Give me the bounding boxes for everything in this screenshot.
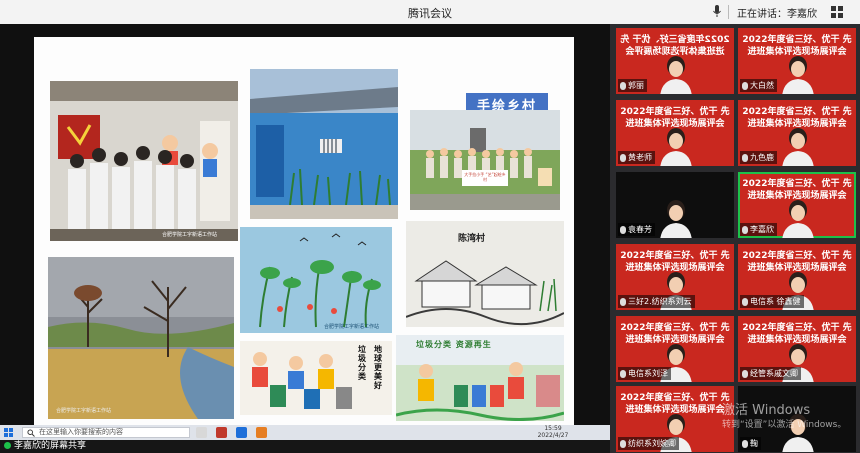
title-separator — [728, 5, 729, 19]
screen-share-label: 李嘉欣的屏幕共享 — [14, 441, 87, 451]
photo-group-outdoors: 大手拉小手 “艺”起绘乡村 — [410, 110, 560, 210]
participant-name: 袁春芳 — [628, 225, 652, 234]
microphone-muted-icon — [620, 225, 626, 234]
participant-name: 大白然 — [750, 81, 774, 90]
participant-video-icon — [660, 56, 692, 94]
participant-tile[interactable]: 2022年度省三好、优干 先进班集体评选现场展评会 九色鹿 — [738, 100, 856, 166]
microphone-muted-icon — [742, 153, 748, 162]
grid-view-icon[interactable] — [830, 5, 844, 19]
windows-activation-watermark: 激活 Windows 转到“设置”以激活 Windows。 — [722, 404, 846, 432]
participant-video-icon — [660, 128, 692, 166]
photo-painted-wall — [250, 69, 398, 219]
microphone-muted-icon — [620, 439, 626, 448]
participant-name: 郭丽 — [628, 81, 644, 90]
participant-nameplate: 袁春芳 — [618, 223, 655, 236]
photo-volunteers-mural: 合肥学院工字新语工作站 — [50, 81, 238, 241]
participant-nameplate: 纺织系刘婉卿 — [618, 437, 679, 450]
participant-nameplate: 电信系 徐鑫健 — [740, 295, 804, 308]
files-app-icon[interactable] — [256, 427, 267, 438]
participant-video-icon — [782, 128, 814, 166]
participant-tile[interactable]: 2022年度省三好、优干 先进班集体评选现场展评会 电信系刘泽 — [616, 316, 734, 382]
task-view-icon[interactable] — [196, 427, 207, 438]
photo7-right-text: 地球更美好 — [374, 345, 382, 390]
microphone-muted-icon — [620, 81, 626, 90]
wps-icon[interactable] — [216, 427, 227, 438]
microphone-muted-icon — [620, 297, 626, 306]
photo-plants-mural: 合肥学院工字新语工作站 — [240, 227, 392, 333]
participant-tile[interactable]: 2022年度省三好、优干 先进班集体评选现场展评会 纺织系刘婉卿 — [616, 386, 734, 452]
tencent-meeting-icon[interactable] — [236, 427, 247, 438]
photo2-banner: 大手拉小手 “艺”起绘乡村 — [464, 172, 506, 182]
participant-tile[interactable]: 2022年度省三好、优干 先进班集体评选现场展评会 电信系 徐鑫健 — [738, 244, 856, 310]
participant-nameplate: 经管系戚文卿 — [740, 367, 801, 380]
participant-name: 三好2.纺织系刘云 — [628, 297, 692, 306]
photo7-left-text: 垃圾分类 — [358, 345, 366, 381]
participant-tile[interactable]: 2022年度省三好、优干 先进班集体评选现场展评会 大白然 — [738, 28, 856, 94]
participant-name: 电信系刘泽 — [628, 369, 668, 378]
taskbar-date: 2022/4/27 — [537, 432, 569, 439]
photo1-caption: 合肥学院工字新语工作站 — [162, 232, 218, 238]
photo-landscape-painting: 合肥学院工字新语工作站 — [48, 257, 234, 419]
window-title: 腾讯会议 — [408, 7, 452, 20]
participant-name: 经管系戚文卿 — [750, 369, 798, 378]
photo5-caption: 合肥学院工字新语工作站 — [324, 324, 380, 330]
participant-tile[interactable]: 袁春芳 — [616, 172, 734, 238]
microphone-muted-icon — [742, 439, 748, 448]
search-icon — [27, 429, 35, 437]
microphone-icon[interactable] — [712, 4, 722, 18]
participant-nameplate: 郭丽 — [618, 79, 647, 92]
microphone-muted-icon — [742, 225, 748, 234]
presentation-slide: 手绘乡村 合肥学院工字新语工作站 大手拉小手 “艺”起绘乡村 陈湾村 合肥学院工… — [34, 37, 574, 425]
participant-name: 电信系 徐鑫健 — [750, 297, 801, 306]
photo4-sign: 陈湾村 — [458, 234, 486, 244]
speaking-indicator: 正在讲话：李嘉欣 — [737, 9, 817, 20]
windows-start-icon[interactable] — [4, 428, 13, 437]
participant-nameplate: 鞠 — [740, 437, 761, 450]
participant-tile[interactable]: 2022年度省三好、优干 先进班集体评选现场展评会 经管系戚文卿 — [738, 316, 856, 382]
participant-name: 纺织系刘婉卿 — [628, 439, 676, 448]
photo8-top-text: 垃圾分类 资源再生 — [416, 340, 492, 349]
taskbar-time: 15:59 — [544, 425, 562, 432]
photo-village-sketch: 陈湾村 — [406, 221, 564, 327]
participant-nameplate: 黄老师 — [618, 151, 655, 164]
microphone-muted-icon — [742, 297, 748, 306]
watermark-line1: 激活 Windows — [722, 403, 811, 418]
taskbar-clock[interactable]: 15:59 2022/4/27 — [535, 425, 571, 439]
participant-panel: 2022年度省三好、优干 先进班集体评选现场展评会 郭丽 2022年度省三好、优干 … — [610, 24, 860, 453]
taskbar-search-placeholder: 在这里输入你要搜索的内容 — [39, 428, 123, 436]
title-bar: 腾讯会议 正在讲话：李嘉欣 — [0, 0, 860, 24]
photo6-caption: 合肥学院工字新语工作站 — [56, 408, 112, 414]
microphone-muted-icon — [620, 369, 626, 378]
microphone-muted-icon — [620, 153, 626, 162]
watermark-line2: 转到“设置”以激活 Windows。 — [722, 420, 847, 430]
participant-tile[interactable]: 2022年度省三好、优干 先进班集体评选现场展评会 黄老师 — [616, 100, 734, 166]
participant-nameplate: 电信系刘泽 — [618, 367, 671, 380]
participant-tile[interactable]: 2022年度省三好、优干 先进班集体评选现场展评会 三好2.纺织系刘云 — [616, 244, 734, 310]
participant-nameplate: 李嘉欣 — [740, 223, 777, 236]
taskbar-search-input[interactable]: 在这里输入你要搜索的内容 — [22, 427, 190, 438]
screen-share-bar: 李嘉欣的屏幕共享 — [0, 440, 610, 453]
participant-name: 九色鹿 — [750, 153, 774, 162]
participant-name: 鞠 — [750, 439, 758, 448]
microphone-muted-icon — [742, 369, 748, 378]
shared-screen-area: 手绘乡村 合肥学院工字新语工作站 大手拉小手 “艺”起绘乡村 陈湾村 合肥学院工… — [0, 24, 610, 425]
photo-garbage-sorting-mural: 垃圾分类 地球更美好 — [240, 341, 392, 415]
participant-video-icon — [782, 200, 814, 238]
participant-nameplate: 九色鹿 — [740, 151, 777, 164]
participant-tile[interactable]: 2022年度省三好、优干 先进班集体评选现场展评会 郭丽 — [616, 28, 734, 94]
participant-video-icon — [660, 200, 692, 238]
microphone-muted-icon — [742, 81, 748, 90]
windows-taskbar: 在这里输入你要搜索的内容 15:59 2022/4/27 — [0, 425, 610, 440]
sharing-indicator-icon — [4, 442, 11, 449]
participant-nameplate: 三好2.纺织系刘云 — [618, 295, 695, 308]
photo-colorful-sorting-mural: 垃圾分类 资源再生 — [396, 335, 564, 421]
participant-nameplate: 大白然 — [740, 79, 777, 92]
participant-name: 黄老师 — [628, 153, 652, 162]
participant-video-icon — [782, 56, 814, 94]
participant-tile[interactable]: 2022年度省三好、优干 先进班集体评选现场展评会 李嘉欣 — [738, 172, 856, 238]
participant-name: 李嘉欣 — [750, 225, 774, 234]
